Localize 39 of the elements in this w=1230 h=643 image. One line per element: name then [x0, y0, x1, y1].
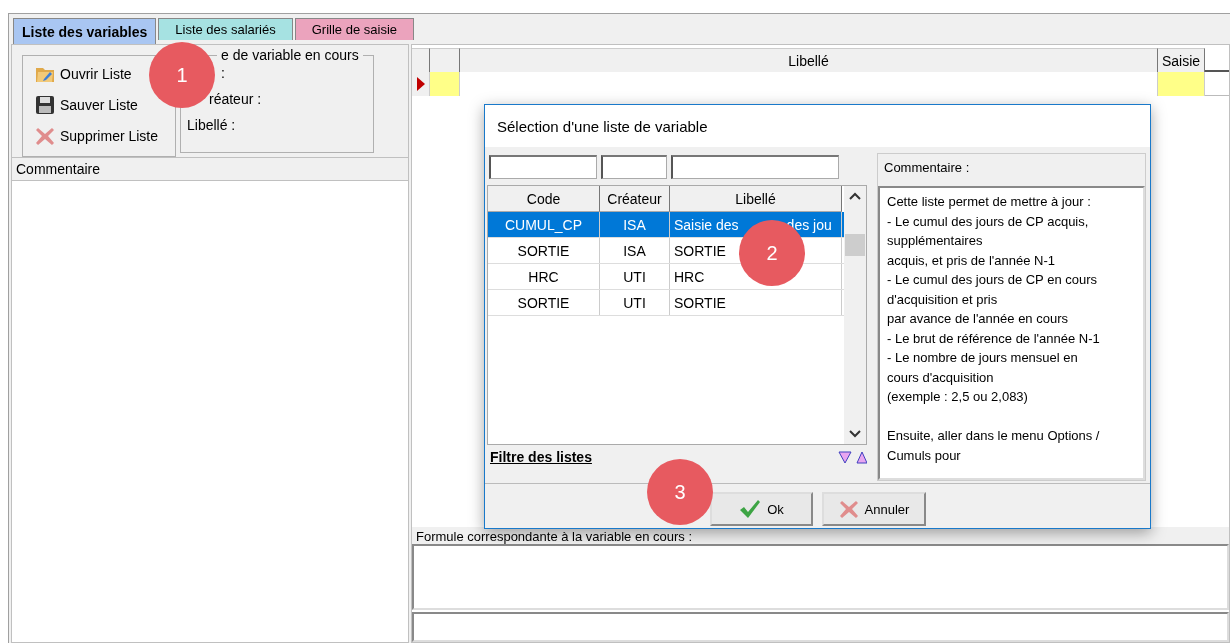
column-header[interactable]: Code [488, 186, 600, 212]
filter-link[interactable]: Filtre des listes [490, 449, 592, 465]
tab[interactable]: Liste des salariés [158, 18, 293, 40]
filter-field[interactable] [489, 155, 597, 179]
group-title: e de variable en cours [220, 47, 360, 63]
toolbar-button[interactable]: Sauver Liste [35, 93, 138, 116]
column-header[interactable]: Libellé [670, 186, 842, 212]
field-label: Libellé : [187, 117, 236, 133]
cross-icon [838, 499, 859, 519]
tab[interactable]: Grille de saisie [294, 18, 414, 40]
filter-field[interactable] [671, 155, 839, 179]
toolbar-button[interactable]: Ouvrir Liste [35, 62, 132, 85]
formula-label: Formule correspondante à la variable en cours : [412, 527, 1229, 544]
table-cell [1158, 72, 1205, 96]
toolbar-button[interactable]: Supprimer Liste [35, 124, 159, 147]
check-icon [739, 499, 762, 519]
collapse-icon[interactable] [855, 449, 867, 465]
scrollbar[interactable] [844, 186, 866, 444]
dialog-button[interactable]: Annuler [822, 492, 926, 526]
dialog-title: Sélection d'une liste de variable [485, 105, 1150, 147]
scroll-down-icon[interactable] [849, 430, 861, 438]
formula-field[interactable] [412, 544, 1229, 610]
scroll-up-icon[interactable] [849, 192, 861, 200]
expand-icon[interactable] [837, 449, 853, 465]
column-header[interactable]: Créateur [600, 186, 670, 212]
filter-field[interactable] [601, 155, 667, 179]
comment-header: Commentaire [12, 157, 408, 181]
current-row-icon [416, 77, 425, 91]
scroll-thumb[interactable] [845, 234, 865, 256]
tab[interactable]: Liste des variables [13, 18, 157, 44]
field-label: : [220, 65, 225, 81]
comment-text: Cette liste permet de mettre à jour : - Le cumul des jours de CP acquis, supplémentaires acquis, et pris de l'année N-1 - Le cumul des jours de CP en cours d'acquisition et pris par avance de l'année en cours - Le brut de référence de l'année N-1 - Le nombre de jours mensuel en cours d'acquisition (exemple : 2,5 ou 2,083) Ensuite, aller dans le menu Options / Cumuls pour [878, 186, 1145, 480]
comment-label: Commentaire : [883, 159, 971, 177]
dialog-button[interactable]: Ok [710, 492, 813, 526]
column-header[interactable]: Saisie [1158, 48, 1205, 72]
cross-icon [35, 125, 55, 146]
column-header[interactable]: Libellé [460, 48, 1158, 72]
list-row[interactable]: SORTIE UTI SORTIE [488, 290, 844, 316]
input-field[interactable] [412, 612, 1229, 642]
